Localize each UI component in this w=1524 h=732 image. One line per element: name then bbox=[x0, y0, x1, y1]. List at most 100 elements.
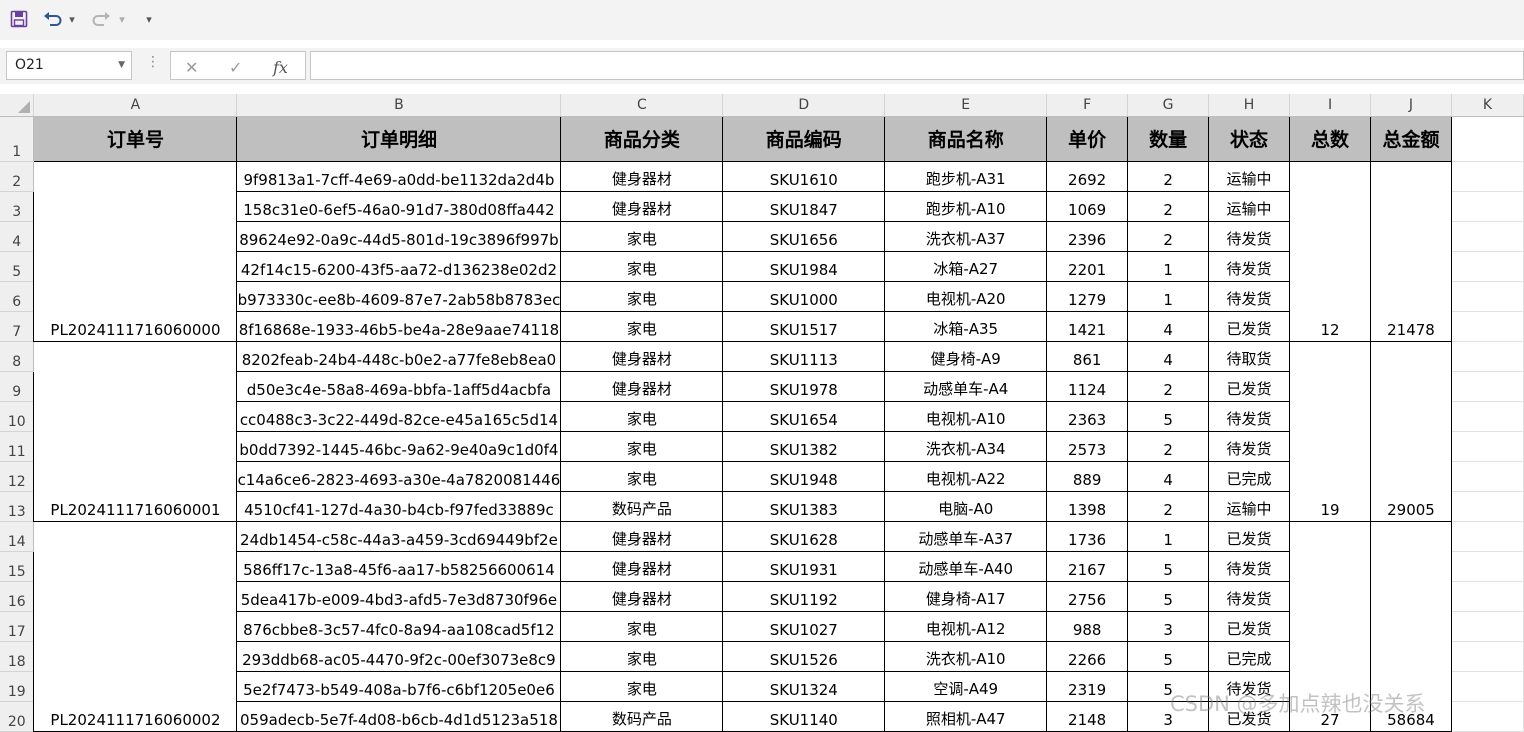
name-box[interactable]: O21 ▼ bbox=[6, 51, 132, 80]
cell-category[interactable]: 数码产品 bbox=[560, 700, 724, 732]
cell-order-id[interactable]: PL2024111716060001 bbox=[33, 340, 238, 522]
column-header-D[interactable]: D bbox=[722, 94, 886, 117]
column-header-J[interactable]: J bbox=[1370, 94, 1452, 117]
cell-order-detail[interactable]: 4510cf41-127d-4a30-b4cb-f97fed33889c bbox=[236, 490, 562, 522]
cell-unit-price[interactable]: 1736 bbox=[1046, 520, 1129, 552]
empty-cell[interactable] bbox=[1451, 491, 1524, 522]
cell-category[interactable]: 家电 bbox=[560, 670, 724, 702]
cell-quantity[interactable]: 1 bbox=[1127, 250, 1210, 282]
column-header-E[interactable]: E bbox=[884, 94, 1048, 117]
cell-sku[interactable]: SKU1113 bbox=[722, 340, 886, 372]
cell-order-id[interactable]: PL2024111716060002 bbox=[33, 520, 238, 732]
cell-category[interactable]: 家电 bbox=[560, 400, 724, 432]
cell-total-qty[interactable]: 19 bbox=[1289, 340, 1371, 522]
empty-cell[interactable] bbox=[1451, 311, 1524, 342]
cell-category[interactable]: 家电 bbox=[560, 310, 724, 342]
cell-status[interactable]: 运输中 bbox=[1208, 490, 1291, 522]
cell-sku[interactable]: SKU1931 bbox=[722, 550, 886, 582]
cell-unit-price[interactable]: 861 bbox=[1046, 340, 1129, 372]
cell-category[interactable]: 健身器材 bbox=[560, 580, 724, 612]
cell-quantity[interactable]: 5 bbox=[1127, 400, 1210, 432]
cell-product-name[interactable]: 电视机-A20 bbox=[884, 280, 1048, 312]
cell-total-qty[interactable]: 27 bbox=[1289, 520, 1371, 732]
cell-status[interactable]: 运输中 bbox=[1208, 160, 1291, 192]
cell-unit-price[interactable]: 1398 bbox=[1046, 490, 1129, 522]
header-cell-order-detail[interactable]: 订单明细 bbox=[236, 115, 562, 162]
header-cell-sku[interactable]: 商品编码 bbox=[722, 115, 886, 162]
row-header[interactable]: 5 bbox=[0, 251, 35, 282]
select-all-corner[interactable] bbox=[0, 94, 35, 117]
empty-cell[interactable] bbox=[1451, 551, 1524, 582]
cell-status[interactable]: 已完成 bbox=[1208, 460, 1291, 492]
cell-status[interactable]: 待发货 bbox=[1208, 250, 1291, 282]
cell-status[interactable]: 待发货 bbox=[1208, 580, 1291, 612]
cell-quantity[interactable]: 2 bbox=[1127, 370, 1210, 402]
cell-quantity[interactable]: 4 bbox=[1127, 460, 1210, 492]
cell-product-name[interactable]: 跑步机-A31 bbox=[884, 160, 1048, 192]
header-cell-total-amount[interactable]: 总金额 bbox=[1369, 115, 1452, 162]
cell-unit-price[interactable]: 2148 bbox=[1046, 700, 1129, 732]
row-header[interactable]: 7 bbox=[0, 311, 35, 342]
cell-category[interactable]: 健身器材 bbox=[560, 520, 724, 552]
cell-sku[interactable]: SKU1382 bbox=[722, 430, 886, 462]
header-cell-total-qty[interactable]: 总数 bbox=[1289, 115, 1371, 162]
row-header[interactable]: 19 bbox=[0, 671, 35, 702]
cell-unit-price[interactable]: 2756 bbox=[1046, 580, 1129, 612]
cell-sku[interactable]: SKU1654 bbox=[722, 400, 886, 432]
empty-cell[interactable] bbox=[1451, 581, 1524, 612]
cell-status[interactable]: 待发货 bbox=[1208, 550, 1291, 582]
cell-category[interactable]: 家电 bbox=[560, 220, 724, 252]
cell-quantity[interactable]: 2 bbox=[1127, 490, 1210, 522]
cell-sku[interactable]: SKU1027 bbox=[722, 610, 886, 642]
empty-cell[interactable] bbox=[1451, 251, 1524, 282]
empty-cell[interactable] bbox=[1451, 701, 1524, 732]
save-icon[interactable] bbox=[8, 8, 30, 30]
cell-sku[interactable]: SKU1383 bbox=[722, 490, 886, 522]
empty-cell[interactable] bbox=[1451, 161, 1524, 192]
cell-product-name[interactable]: 洗衣机-A37 bbox=[884, 220, 1048, 252]
cell-total-amount[interactable]: 58684 bbox=[1369, 520, 1452, 732]
redo-dropdown[interactable]: ▾ bbox=[116, 8, 128, 30]
cell-product-name[interactable]: 动感单车-A40 bbox=[884, 550, 1048, 582]
row-header[interactable]: 15 bbox=[0, 551, 35, 582]
empty-cell[interactable] bbox=[1451, 641, 1524, 672]
cell-unit-price[interactable]: 2363 bbox=[1046, 400, 1129, 432]
cell-order-detail[interactable]: 8202feab-24b4-448c-b0e2-a77fe8eb8ea0 bbox=[236, 340, 562, 372]
cell-order-detail[interactable]: 5e2f7473-b549-408a-b7f6-c6bf1205e0e6 bbox=[236, 670, 562, 702]
cell-quantity[interactable]: 2 bbox=[1127, 430, 1210, 462]
cell-category[interactable]: 健身器材 bbox=[560, 370, 724, 402]
row-header[interactable]: 14 bbox=[0, 521, 35, 552]
customize-qat-icon[interactable]: ▾ bbox=[142, 8, 156, 30]
cell-order-detail[interactable]: 586ff17c-13a8-45f6-aa17-b58256600614 bbox=[236, 550, 562, 582]
cell-order-detail[interactable]: 8f16868e-1933-46b5-be4a-28e9aae74118 bbox=[236, 310, 562, 342]
row-header[interactable]: 6 bbox=[0, 281, 35, 312]
cell-unit-price[interactable]: 2201 bbox=[1046, 250, 1129, 282]
cell-unit-price[interactable]: 2167 bbox=[1046, 550, 1129, 582]
undo-dropdown[interactable]: ▾ bbox=[66, 8, 78, 30]
empty-cell[interactable] bbox=[1451, 401, 1524, 432]
cell-quantity[interactable]: 1 bbox=[1127, 520, 1210, 552]
cell-product-name[interactable]: 洗衣机-A34 bbox=[884, 430, 1048, 462]
empty-cell[interactable] bbox=[1451, 371, 1524, 402]
cell-status[interactable]: 已发货 bbox=[1208, 520, 1291, 552]
row-header[interactable]: 4 bbox=[0, 221, 35, 252]
cell-order-detail[interactable]: d50e3c4e-58a8-469a-bbfa-1aff5d4acbfa bbox=[236, 370, 562, 402]
empty-cell[interactable] bbox=[1451, 461, 1524, 492]
cell-quantity[interactable]: 5 bbox=[1127, 550, 1210, 582]
cell-status[interactable]: 已发货 bbox=[1208, 310, 1291, 342]
cell-quantity[interactable]: 1 bbox=[1127, 280, 1210, 312]
cell-product-name[interactable]: 动感单车-A37 bbox=[884, 520, 1048, 552]
cell-sku[interactable]: SKU1610 bbox=[722, 160, 886, 192]
cell-order-detail[interactable]: b0dd7392-1445-46bc-9a62-9e40a9c1d0f4 bbox=[236, 430, 562, 462]
cell-category[interactable]: 家电 bbox=[560, 640, 724, 672]
cell-status[interactable]: 待发货 bbox=[1208, 430, 1291, 462]
cell-status[interactable]: 已发货 bbox=[1208, 610, 1291, 642]
cell-quantity[interactable]: 5 bbox=[1127, 580, 1210, 612]
cell-sku[interactable]: SKU1000 bbox=[722, 280, 886, 312]
cell-category[interactable]: 家电 bbox=[560, 460, 724, 492]
row-header[interactable]: 2 bbox=[0, 161, 35, 192]
cell-status[interactable]: 待发货 bbox=[1208, 220, 1291, 252]
column-header-A[interactable]: A bbox=[33, 94, 238, 117]
cell-order-id[interactable]: PL2024111716060000 bbox=[33, 160, 238, 342]
column-header-C[interactable]: C bbox=[560, 94, 724, 117]
